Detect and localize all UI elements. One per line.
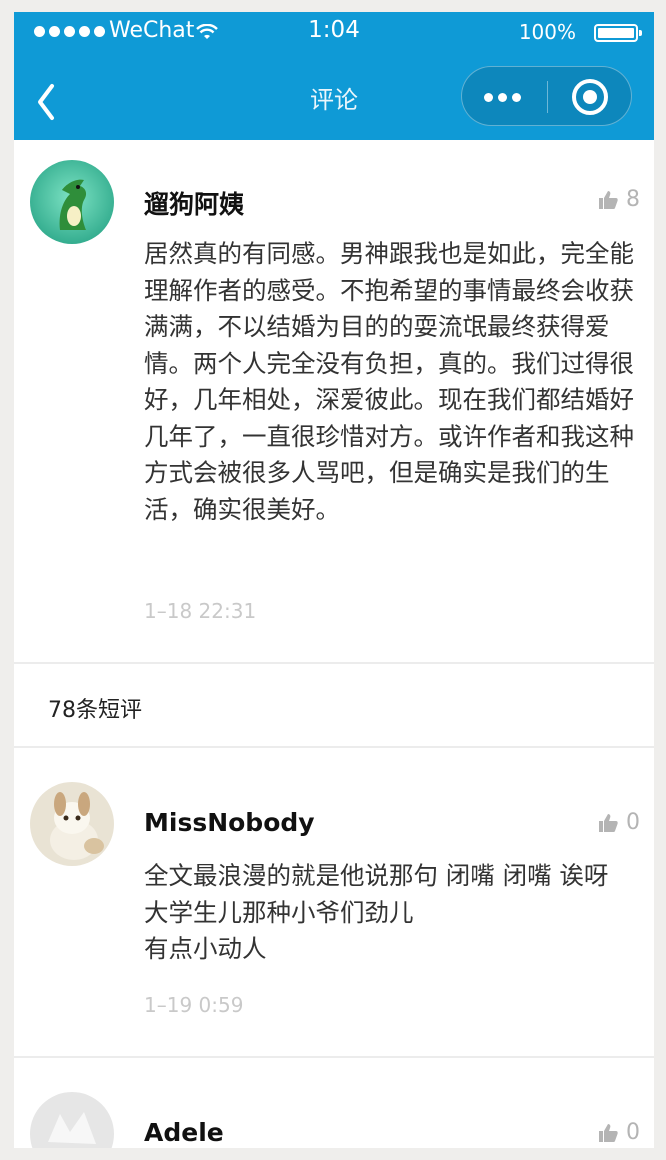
divider [14,662,654,664]
phone-screen: WeChat 1:04 100% 评论 遛狗阿姨 8 居然真的有同感。男神跟我也… [14,12,654,1148]
like-button[interactable]: 0 [598,1120,640,1145]
like-count: 8 [626,187,640,212]
comment-text: 居然真的有同感。男神跟我也是如此，完全能理解作者的感受。不抱希望的事情最终会收获… [144,239,634,524]
mini-program-capsule [461,66,632,126]
more-menu-icon[interactable] [484,93,521,102]
like-count: 0 [626,1120,640,1145]
thumbs-up-icon [599,1123,618,1142]
like-button[interactable]: 0 [598,810,640,835]
header-bar: WeChat 1:04 100% 评论 [14,12,654,140]
like-count: 0 [626,810,640,835]
battery-icon [594,24,642,42]
comment-date: 1–19 0:59 [144,993,244,1017]
capsule-divider [547,81,548,113]
status-bar: WeChat 1:04 100% [14,12,654,52]
list-item: Adele 0 [14,1058,654,1148]
like-button[interactable]: 8 [598,187,640,212]
thumbs-up-icon [599,813,618,832]
comment-date: 1–18 22:31 [144,599,257,623]
avatar[interactable] [30,782,114,866]
thumbs-up-icon [599,190,618,209]
comment-author[interactable]: MissNobody [144,808,315,837]
avatar[interactable] [30,160,114,244]
comment-text: 全文最浪漫的就是他说那句 闭嘴 闭嘴 诶呀 大学生儿那种小爷们劲儿 有点小动人 [144,861,609,963]
comment-author[interactable]: 遛狗阿姨 [144,185,244,221]
battery-percent: 100% [518,20,576,44]
avatar[interactable] [30,1092,114,1148]
short-reviews-heading: 78条短评 [48,698,142,723]
list-item: MissNobody 0 全文最浪漫的就是他说那句 闭嘴 闭嘴 诶呀 大学生儿那… [14,748,654,1056]
close-mini-program-icon[interactable] [572,79,608,115]
featured-comment: 遛狗阿姨 8 居然真的有同感。男神跟我也是如此，完全能理解作者的感受。不抱希望的… [14,140,654,664]
comment-author[interactable]: Adele [144,1118,224,1147]
